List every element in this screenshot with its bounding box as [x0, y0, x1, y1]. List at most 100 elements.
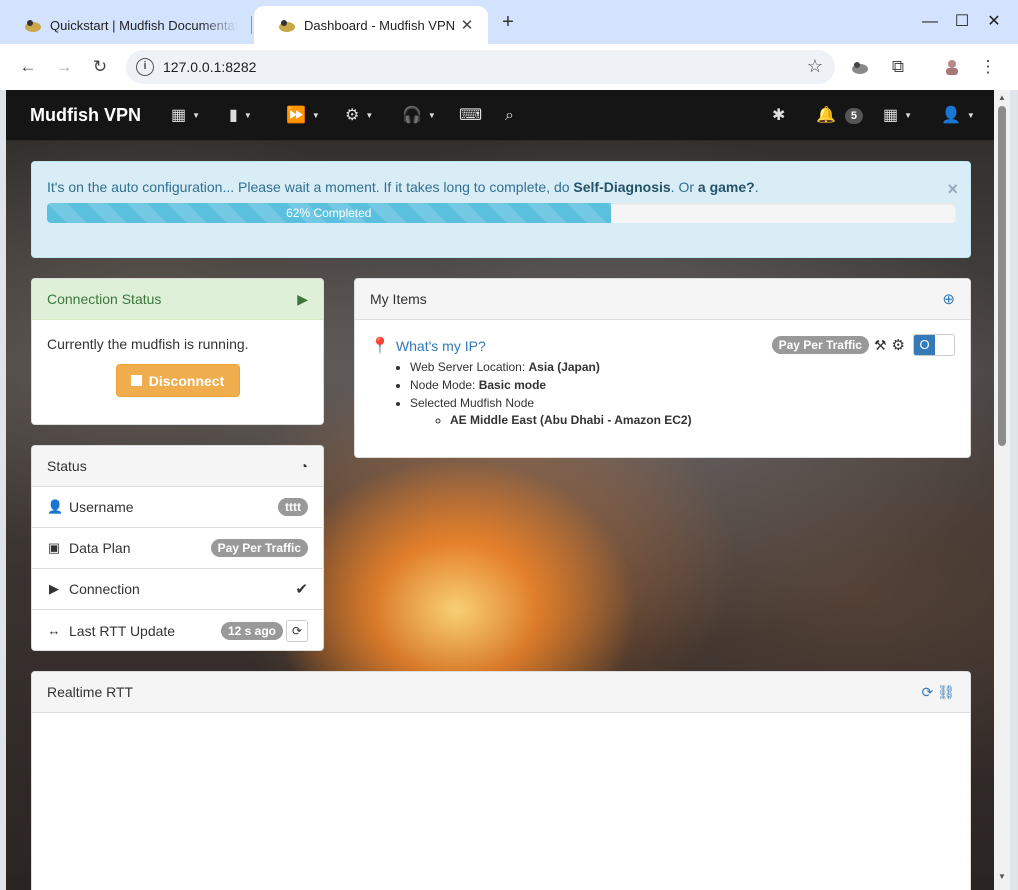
caret-down-icon: ▼ — [365, 111, 374, 120]
rtt-chart-area — [32, 713, 970, 890]
bookmark-star-icon[interactable]: ☆ — [807, 56, 823, 77]
status-label: Last RTT Update — [69, 622, 176, 639]
fast-forward-icon: ⏩ — [286, 107, 306, 124]
mudfish-favicon-icon — [279, 20, 295, 32]
rtt-age-badge: 12 s ago — [220, 621, 283, 640]
caret-down-icon: ▼ — [243, 111, 252, 120]
address-bar[interactable]: i 127.0.0.1:8282 ☆ — [126, 50, 835, 84]
mudfish-extension-icon[interactable] — [848, 55, 872, 79]
status-row-data-plan: ▣ Data Plan Pay Per Traffic — [32, 528, 323, 569]
bell-icon: 🔔 — [816, 107, 836, 124]
page-viewport: Mudfish VPN ▦ ▼ ▮ ▼ ⏩ ▼ ⚙ ▼ 🎧 ▼ ⌨ ⌕ ✱ 🔔 5 ▦ ▼ 👤… — [6, 90, 994, 890]
search-icon[interactable]: ⌕ — [505, 106, 514, 126]
my-items-heading: My Items ⊕ — [355, 279, 970, 320]
top-navbar: Mudfish VPN ▦ ▼ ▮ ▼ ⏩ ▼ ⚙ ▼ 🎧 ▼ ⌨ ⌕ ✱ 🔔 5 ▦ ▼ 👤… — [6, 90, 994, 141]
connection-status-panel: Connection Status ▶ Currently the mudfis… — [31, 278, 324, 425]
my-items-panel: My Items ⊕ 📍 What's my IP? Pay Per Traff… — [354, 278, 971, 458]
notifications-button[interactable]: 🔔 5 — [816, 106, 864, 126]
maximize-window-icon[interactable]: ☐ — [952, 12, 972, 32]
nav-support-menu[interactable]: 🎧 ▼ — [402, 106, 436, 126]
disconnect-button[interactable]: Disconnect — [115, 364, 240, 397]
disconnect-label: Disconnect — [148, 372, 225, 389]
caret-down-icon: ▼ — [311, 111, 320, 120]
status-panel: Status ◔ 👤 Username tttt ▣ Data Plan Pay P… — [31, 445, 324, 651]
close-tab-icon[interactable]: ✕ — [458, 16, 476, 34]
status-label: Connection — [69, 581, 140, 597]
item-name-link[interactable]: What's my IP? — [396, 338, 486, 354]
site-info-icon[interactable]: i — [136, 58, 154, 76]
magic-wand-icon[interactable]: ⚒ — [874, 337, 887, 354]
game-link[interactable]: a game? — [698, 179, 755, 195]
nav-settings-menu[interactable]: ⚙ ▼ — [345, 106, 373, 126]
tab-title: Quickstart | Mudfish Documentation — [50, 17, 238, 33]
alert-message: It's on the auto configuration... Please… — [47, 179, 759, 195]
browser-menu-icon[interactable]: ⋮ — [976, 55, 1000, 79]
browser-toolbar: ← → ↻ i 127.0.0.1:8282 ☆ ⧉ ⋮ — [0, 44, 1018, 90]
forward-arrow-icon[interactable]: → — [52, 55, 76, 79]
checkmark-icon: ✔ — [295, 581, 308, 598]
money-bill-icon: ▣ — [47, 540, 61, 555]
back-arrow-icon[interactable]: ← — [16, 55, 40, 79]
realtime-rtt-heading: Realtime RTT ⟳ ⛓ — [32, 672, 970, 713]
node-mode-label: Node Mode: — [410, 378, 479, 392]
list-item: Selected Mudfish Node AE Middle East (Ab… — [410, 396, 955, 427]
list-item: Web Server Location: Asia (Japan) — [410, 360, 955, 374]
web-server-location-label: Web Server Location: — [410, 360, 529, 374]
caret-down-icon: ▼ — [904, 111, 913, 120]
scroll-down-arrow-icon[interactable]: ▼ — [997, 872, 1007, 881]
asterisk-icon[interactable]: ✱ — [772, 106, 785, 126]
map-marker-icon: 📍 — [370, 338, 390, 355]
browser-tab-strip: Quickstart | Mudfish Documentation Dashb… — [0, 0, 1018, 44]
reload-icon[interactable]: ↻ — [88, 55, 112, 79]
gear-icon: ⚙ — [345, 107, 360, 124]
browser-tab-dashboard[interactable]: Dashboard - Mudfish VPN ✕ — [254, 6, 488, 44]
item-toggle-switch[interactable]: O — [913, 334, 955, 356]
progress-bar-fill: 62% Completed — [47, 203, 611, 223]
scrollbar-thumb[interactable] — [998, 106, 1006, 446]
tab-separator — [251, 16, 252, 34]
apps-grid-icon: ▦ — [883, 107, 899, 124]
close-window-icon[interactable]: ✕ — [984, 12, 1004, 32]
nav-user-menu[interactable]: 👤 ▼ — [941, 106, 975, 126]
navbar-brand[interactable]: Mudfish VPN — [30, 105, 141, 126]
url-text[interactable]: 127.0.0.1:8282 — [163, 59, 256, 75]
caret-down-icon: ▼ — [966, 111, 975, 120]
unlink-icon[interactable]: ⛓ — [937, 684, 955, 701]
data-plan-badge: Pay Per Traffic — [210, 539, 308, 557]
tab-title: Dashboard - Mudfish VPN — [304, 17, 456, 33]
new-tab-button[interactable]: + — [497, 11, 519, 33]
browser-tab-quickstart[interactable]: Quickstart | Mudfish Documentation — [0, 6, 250, 44]
profile-avatar-icon[interactable] — [940, 55, 964, 79]
keyboard-shortcuts-icon[interactable]: ⌨ — [459, 106, 482, 126]
close-icon[interactable]: × — [947, 179, 958, 200]
status-label: Data Plan — [69, 540, 131, 556]
alert-text-or: . Or — [670, 179, 698, 195]
mudfish-favicon-icon — [25, 20, 41, 32]
refresh-icon: ⟳ — [291, 623, 303, 638]
minimize-window-icon[interactable]: — — [920, 12, 940, 32]
extensions-puzzle-icon[interactable]: ⧉ — [886, 55, 910, 79]
nav-forward-menu[interactable]: ⏩ ▼ — [286, 106, 320, 126]
gear-icon[interactable]: ⚙ — [892, 336, 905, 354]
selected-node-value: AE Middle East (Abu Dhabi - Amazon EC2) — [450, 413, 955, 427]
play-icon: ▶ — [297, 290, 308, 307]
node-mode-value: Basic mode — [478, 378, 547, 392]
nav-apps-menu[interactable]: ▦ ▼ — [883, 106, 912, 126]
connection-status-heading: Connection Status ▶ — [32, 279, 323, 320]
scroll-up-arrow-icon[interactable]: ▲ — [997, 93, 1007, 102]
nav-stats-menu[interactable]: ▮ ▼ — [229, 106, 252, 126]
stop-icon — [130, 375, 142, 386]
alert-text-prefix: It's on the auto configuration... Please… — [47, 179, 574, 195]
status-row-connection: ▶ Connection ✔ — [32, 569, 323, 610]
auto-config-alert: It's on the auto configuration... Please… — [31, 161, 971, 258]
selected-node-label: Selected Mudfish Node — [410, 396, 535, 410]
self-diagnosis-link[interactable]: Self-Diagnosis — [573, 179, 670, 195]
progress-bar-track: 62% Completed — [47, 203, 956, 223]
alert-text-end: . — [754, 179, 759, 195]
nav-dashboard-menu[interactable]: ▦ ▼ — [171, 106, 200, 126]
refresh-button[interactable]: ⟳ — [286, 619, 308, 642]
page-scrollbar[interactable]: ▲ ▼ — [994, 90, 1010, 890]
refresh-icon[interactable]: ⟳ — [921, 684, 933, 701]
add-item-icon[interactable]: ⊕ — [942, 290, 955, 308]
item-plan-badge: Pay Per Traffic — [771, 336, 869, 354]
